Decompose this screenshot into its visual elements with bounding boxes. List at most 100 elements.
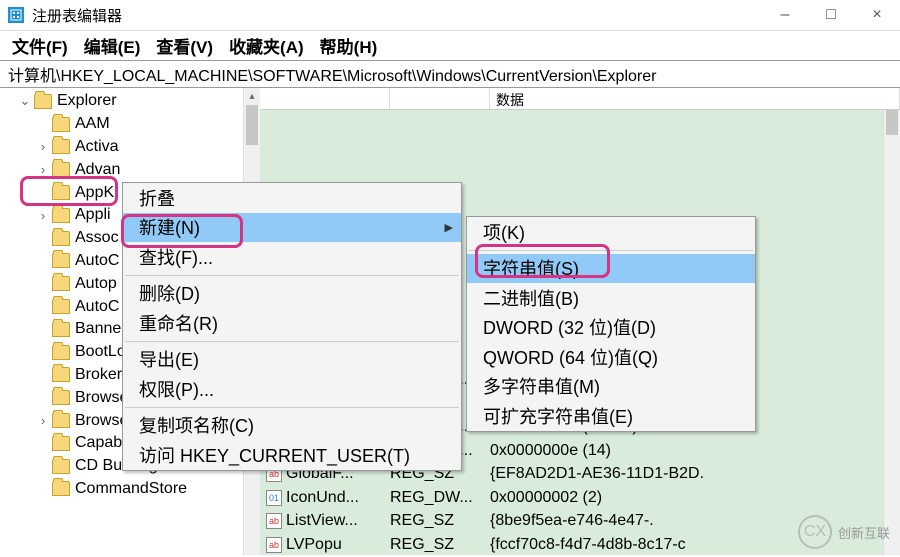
workspace: ⌄ExplorerAAM›Activa›AdvanAppK›AppliAssoc… xyxy=(0,88,900,555)
tree-item[interactable]: ›Activa xyxy=(0,136,259,159)
menu-label: 权限(P)... xyxy=(139,376,214,402)
context-submenu-new[interactable]: 项(K) 字符串值(S) 二进制值(B) DWORD (32 位)值(D) QWORD … xyxy=(466,216,756,432)
menu-item[interactable]: DWORD (32 位)值(D) xyxy=(467,313,755,343)
menu-label: 删除(D) xyxy=(139,280,200,306)
menu-label: 二进制值(B) xyxy=(483,285,579,311)
tree-label: Assoc xyxy=(75,229,119,247)
menu-item[interactable]: 多字符串值(M) xyxy=(467,372,755,402)
value-name: IconUnd... xyxy=(286,489,359,507)
menu-item[interactable]: 导出(E) xyxy=(123,345,461,375)
expand-icon[interactable]: › xyxy=(36,162,50,177)
minimize-button[interactable]: – xyxy=(762,0,808,30)
menu-item[interactable]: 二进制值(B) xyxy=(467,283,755,313)
menu-label: 重命名(R) xyxy=(139,310,218,336)
vertical-scrollbar[interactable]: ▴ xyxy=(883,88,900,555)
tree-item[interactable]: › Advan xyxy=(0,158,259,181)
tree-item[interactable]: AAM xyxy=(0,113,259,136)
scroll-up-icon[interactable]: ▴ xyxy=(244,88,260,105)
folder-icon xyxy=(52,390,70,405)
col-type[interactable] xyxy=(390,88,490,109)
menu-label: 访问 HKEY_CURRENT_USER(T) xyxy=(139,442,410,468)
value-type: REG_SZ xyxy=(390,512,490,530)
context-menu[interactable]: 折叠新建(N)查找(F)... 删除(D) 重命名(R) 导出(E)权限(P)... 复… xyxy=(122,182,462,471)
menu-edit[interactable]: 编辑(E) xyxy=(78,31,147,60)
tree-label: Appli xyxy=(75,206,111,224)
menu-separator xyxy=(125,275,459,276)
menu-separator xyxy=(125,407,459,408)
menu-item[interactable]: 重命名(R) xyxy=(123,308,461,338)
table-row[interactable]: 01IconUnd...REG_DW...0x00000002 (2) xyxy=(260,486,900,510)
address-bar[interactable]: 计算机\HKEY_LOCAL_MACHINE\SOFTWARE\Microsof… xyxy=(0,60,900,88)
window-controls: – □ × xyxy=(762,0,900,30)
folder-icon xyxy=(52,299,70,314)
maximize-button[interactable]: □ xyxy=(808,0,854,30)
menu-item[interactable]: 项(K) xyxy=(467,217,755,247)
menu-item[interactable]: 权限(P)... xyxy=(123,374,461,404)
menu-item[interactable]: 可扩充字符串值(E) xyxy=(467,401,755,431)
tree-item[interactable]: CommandStore xyxy=(0,478,259,501)
tree-label: AutoC xyxy=(75,298,119,316)
menu-view[interactable]: 查看(V) xyxy=(150,31,219,60)
value-name: LVPopu xyxy=(286,536,342,554)
folder-icon xyxy=(52,436,70,451)
menu-item[interactable]: 删除(D) xyxy=(123,279,461,309)
tree-label: AAM xyxy=(75,115,110,133)
menu-separator xyxy=(469,250,753,251)
folder-icon xyxy=(52,276,70,291)
expand-icon[interactable]: › xyxy=(36,139,50,154)
folder-icon xyxy=(52,322,70,337)
folder-icon xyxy=(52,253,70,268)
menu-favorites[interactable]: 收藏夹(A) xyxy=(223,31,310,60)
col-data[interactable]: 数据 xyxy=(490,88,900,109)
folder-icon xyxy=(52,481,70,496)
menu-label: 可扩充字符串值(E) xyxy=(483,403,633,429)
value-icon: ab xyxy=(266,537,282,553)
tree-label: AppK xyxy=(75,184,114,202)
menu-help[interactable]: 帮助(H) xyxy=(314,31,384,60)
close-button[interactable]: × xyxy=(854,0,900,30)
watermark-text: 创新互联 xyxy=(838,523,890,542)
tree-label: Advan xyxy=(75,161,120,179)
menu-label: QWORD (64 位)值(Q) xyxy=(483,344,658,370)
watermark-icon: CX xyxy=(798,515,832,549)
menu-label: 多字符串值(M) xyxy=(483,373,600,399)
folder-icon xyxy=(52,345,70,360)
watermark: CX 创新互联 xyxy=(798,515,890,549)
value-icon: ab xyxy=(266,513,282,529)
value-data: 0x0000000e (14) xyxy=(490,442,900,460)
tree-label: CommandStore xyxy=(75,480,187,498)
value-data: {EF8AD2D1-AE36-11D1-B2D. xyxy=(490,465,900,483)
expand-icon[interactable]: ⌄ xyxy=(18,93,32,109)
menu-file[interactable]: 文件(F) xyxy=(6,31,74,60)
tree-item[interactable]: ⌄ Explorer xyxy=(0,90,259,113)
title-bar: 注册表编辑器 – □ × xyxy=(0,0,900,30)
tree-label: Explorer xyxy=(57,92,117,110)
folder-icon xyxy=(52,367,70,382)
menu-item[interactable]: 折叠 xyxy=(123,183,461,213)
folder-icon xyxy=(34,94,52,109)
menu-item[interactable]: 访问 HKEY_CURRENT_USER(T) xyxy=(123,440,461,470)
menu-label: DWORD (32 位)值(D) xyxy=(483,314,656,340)
folder-icon xyxy=(52,459,70,474)
menu-label: 项(K) xyxy=(483,219,525,245)
app-icon xyxy=(8,7,24,23)
value-type: REG_SZ xyxy=(390,536,490,554)
folder-icon xyxy=(52,162,70,177)
col-name[interactable] xyxy=(260,88,390,109)
scroll-thumb[interactable] xyxy=(246,105,258,145)
expand-icon[interactable]: › xyxy=(36,413,50,428)
expand-icon[interactable]: › xyxy=(36,208,50,223)
menu-label: 查找(F)... xyxy=(139,244,213,270)
folder-icon xyxy=(52,139,70,154)
menu-item[interactable]: QWORD (64 位)值(Q) xyxy=(467,342,755,372)
list-header: 数据 xyxy=(260,88,900,110)
folder-icon xyxy=(52,413,70,428)
menu-item[interactable]: 新建(N) xyxy=(123,213,461,243)
menu-item[interactable]: 查找(F)... xyxy=(123,242,461,272)
menu-item[interactable]: 复制项名称(C) xyxy=(123,411,461,441)
menu-bar: 文件(F) 编辑(E) 查看(V) 收藏夹(A) 帮助(H) xyxy=(0,30,900,60)
folder-icon xyxy=(52,231,70,246)
menu-label: 折叠 xyxy=(139,185,175,211)
menu-item[interactable]: 字符串值(S) xyxy=(467,254,755,284)
menu-label: 字符串值(S) xyxy=(483,255,579,281)
